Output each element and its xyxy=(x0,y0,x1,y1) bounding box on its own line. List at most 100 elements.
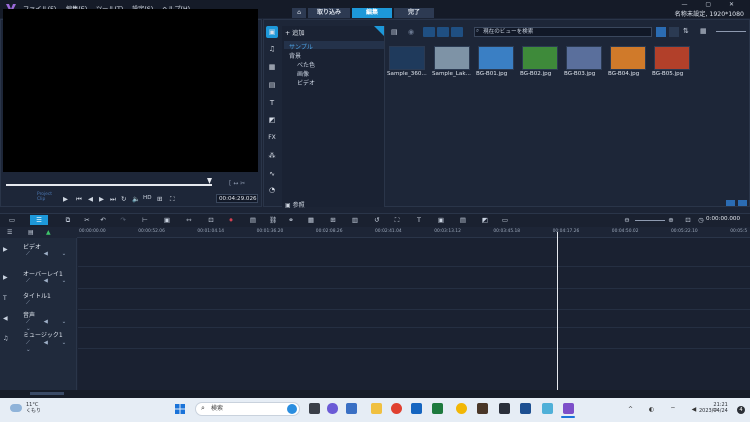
split-icon[interactable]: ⇿ xyxy=(184,215,194,225)
track-list-icon[interactable]: ☰ xyxy=(7,229,12,236)
camera-icon[interactable]: ▭ xyxy=(500,215,510,225)
pan-zoom-icon[interactable]: ⛶ xyxy=(392,215,402,225)
tree-item-image[interactable]: 画像 xyxy=(297,69,309,78)
chrome-icon[interactable] xyxy=(391,403,402,414)
clock-date[interactable]: 2023/04/24 xyxy=(699,408,728,414)
media-icon[interactable]: ▣ xyxy=(266,26,278,38)
multitrim-icon[interactable]: ⊞ xyxy=(328,215,338,225)
color-grading-icon[interactable]: ▤ xyxy=(458,215,468,225)
hd-toggle[interactable]: HD xyxy=(143,195,152,201)
project-clip-toggle[interactable]: Project Clip xyxy=(37,192,52,202)
playhead[interactable] xyxy=(557,232,558,390)
bing-icon[interactable] xyxy=(287,404,297,414)
videostudio-icon[interactable] xyxy=(563,403,574,414)
ripple-icon[interactable]: ▲ xyxy=(46,229,51,236)
tab-capture[interactable]: 取り込み xyxy=(308,8,350,18)
mixer-icon[interactable]: ▦ xyxy=(306,215,316,225)
media-thumbnail[interactable] xyxy=(478,46,514,70)
file-explorer-icon[interactable] xyxy=(371,403,382,414)
taskbar-clock[interactable]: 21:21 2023/04/24 xyxy=(699,402,728,414)
copy-icon[interactable]: ⧉ xyxy=(63,215,73,225)
tab-finish[interactable]: 完了 xyxy=(394,8,434,18)
prev-frame-icon[interactable]: ◀ xyxy=(88,195,93,203)
auto-music-icon[interactable]: ▥ xyxy=(350,215,360,225)
windows-start-icon[interactable] xyxy=(175,404,185,414)
add-track-icon[interactable]: ▤ xyxy=(28,229,34,236)
path-icon[interactable]: ∿ xyxy=(266,168,278,180)
fit-project-icon[interactable]: ⊢ xyxy=(140,215,150,225)
trim-markers[interactable]: [ ↔ ✂ xyxy=(229,180,245,187)
snap-icon[interactable]: ⊡ xyxy=(206,215,216,225)
motion-icon[interactable]: ⁂ xyxy=(266,150,278,162)
tree-item-background[interactable]: 背景 xyxy=(289,51,301,60)
browse-button[interactable]: ▣ 参照 xyxy=(285,200,305,209)
widgets-icon[interactable] xyxy=(346,403,357,414)
title-text-icon[interactable]: T xyxy=(266,97,278,109)
notepad-icon[interactable] xyxy=(542,403,553,414)
notification-badge[interactable]: 4 xyxy=(737,406,745,414)
scrub-bar[interactable] xyxy=(6,184,212,186)
track-controls[interactable]: ⟋ ◀ ⌄ xyxy=(26,278,72,285)
volume-icon[interactable]: 🔈 xyxy=(132,195,140,203)
go-end-icon[interactable]: ⏭ xyxy=(110,195,116,204)
play-icon[interactable]: ▶ xyxy=(63,195,68,203)
taskbar-search-input[interactable]: 検索 xyxy=(195,402,300,416)
add-folder-button[interactable]: + 追加 xyxy=(285,28,305,37)
add-label[interactable]: 追加 xyxy=(292,30,304,37)
timeline-view-icon[interactable]: ☰ xyxy=(30,215,48,225)
fit-window-icon[interactable]: ⊡ xyxy=(683,215,693,225)
weather-widget[interactable]: 11°C くもり xyxy=(26,402,41,414)
tree-item-sample[interactable]: サンプル xyxy=(289,42,313,51)
photos-icon[interactable] xyxy=(499,403,510,414)
browse-label[interactable]: 参照 xyxy=(293,202,305,209)
library-search-input[interactable]: 現在のビューを検索 xyxy=(474,27,652,37)
track-controls[interactable]: ⟋ ◀ ⌄ ⌄ xyxy=(26,340,77,353)
filter-image-button[interactable] xyxy=(437,27,449,37)
cut-icon[interactable]: ✂ xyxy=(82,215,92,225)
norton-icon[interactable] xyxy=(456,403,467,414)
fx-filter-icon[interactable]: FX xyxy=(266,132,278,144)
tree-item-solid-color[interactable]: べた色 xyxy=(297,60,315,69)
timeline-timecode[interactable]: 0:00:00.000 xyxy=(706,216,740,222)
record-capture-icon[interactable]: ⏺ xyxy=(226,215,236,225)
app-icon[interactable] xyxy=(477,403,488,414)
chapter-icon[interactable]: ⛓ xyxy=(268,215,278,225)
track-scroll-thumb[interactable] xyxy=(30,392,64,395)
excel-icon[interactable] xyxy=(432,403,443,414)
timeline-scrollbar[interactable] xyxy=(0,390,750,398)
tab-edit[interactable]: 編集 xyxy=(352,8,392,18)
media-thumbnail[interactable] xyxy=(654,46,690,70)
weather-desc[interactable]: くもり xyxy=(26,408,41,414)
template-icon[interactable]: ▦ xyxy=(266,61,278,73)
track-controls[interactable]: ⟋ xyxy=(26,300,36,307)
zoom-slider[interactable] xyxy=(635,220,665,221)
media-thumbnail[interactable] xyxy=(522,46,558,70)
app-icon[interactable] xyxy=(520,403,531,414)
media-thumbnail[interactable] xyxy=(566,46,602,70)
track-manager-icon[interactable]: ▤ xyxy=(248,215,258,225)
screen-record-icon[interactable]: ◩ xyxy=(480,215,490,225)
zoom-in-icon[interactable]: ⊕ xyxy=(666,215,676,225)
subtitle-icon[interactable]: ▣ xyxy=(162,215,172,225)
repeat-icon[interactable]: ↻ xyxy=(121,195,126,203)
thumbnail-view-button[interactable] xyxy=(669,27,679,37)
go-start-icon[interactable]: ⏮ xyxy=(76,195,82,204)
transition-icon[interactable]: ▤ xyxy=(266,79,278,91)
track-controls[interactable]: ⟋ ◀ ⌄ xyxy=(26,251,72,258)
redo-icon[interactable]: ↷ xyxy=(118,215,128,225)
media-thumbnail[interactable] xyxy=(434,46,470,70)
media-thumbnail[interactable] xyxy=(389,46,425,70)
zoom-out-icon[interactable]: ⊖ xyxy=(622,215,632,225)
motion-track-icon[interactable]: ↺ xyxy=(372,215,382,225)
library-expand-icon[interactable] xyxy=(738,200,747,206)
import-media-icon[interactable]: ▤ xyxy=(391,28,398,36)
media-thumbnail[interactable] xyxy=(610,46,646,70)
next-frame-icon[interactable]: ▶ xyxy=(99,195,104,203)
thumbnail-size-icon[interactable]: ▦ xyxy=(700,27,707,35)
speed-icon[interactable]: ◔ xyxy=(266,184,278,196)
mask-icon[interactable]: ▣ xyxy=(436,215,446,225)
filter-video-button[interactable] xyxy=(423,27,435,37)
storyboard-view-icon[interactable]: ▭ xyxy=(7,215,17,225)
timeline-ruler[interactable] xyxy=(77,227,750,238)
outlook-icon[interactable] xyxy=(411,403,422,414)
